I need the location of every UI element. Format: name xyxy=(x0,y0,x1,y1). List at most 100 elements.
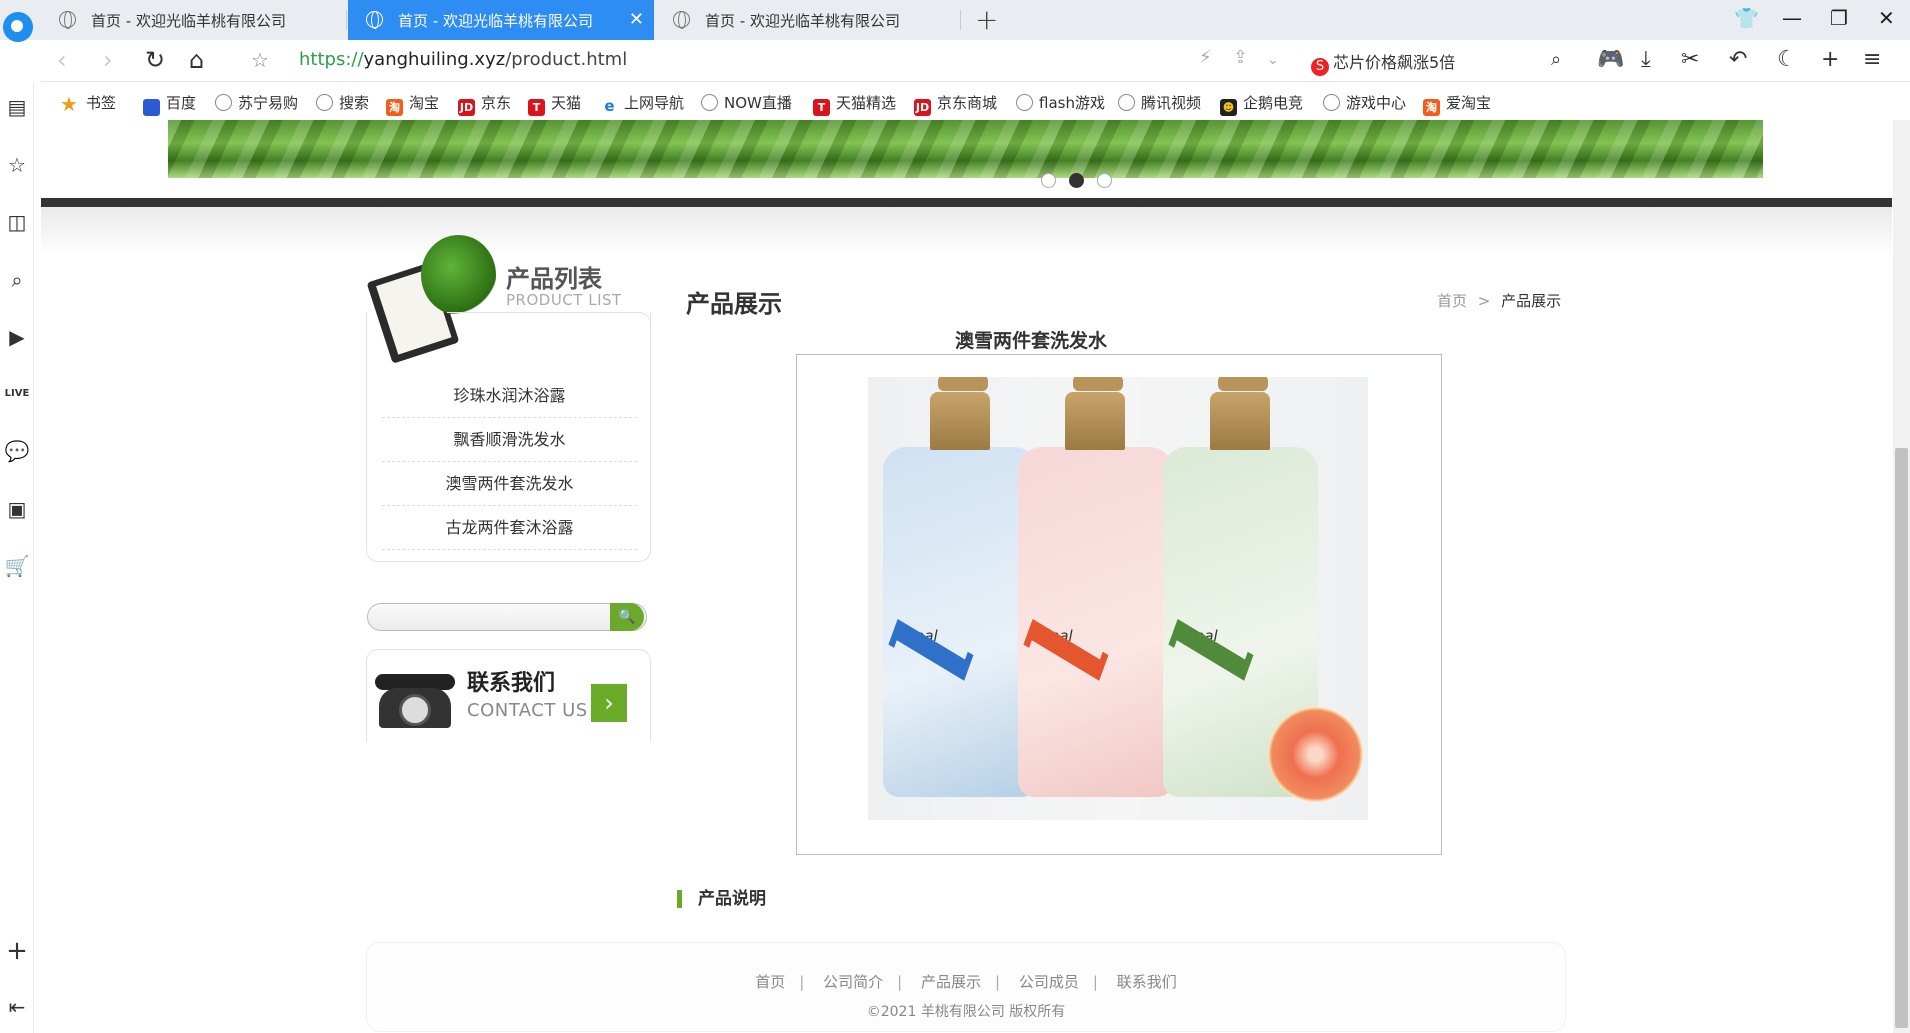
globe-icon xyxy=(59,11,76,29)
search-input[interactable] xyxy=(376,607,606,627)
chevron-down-icon[interactable]: ⌄ xyxy=(1267,52,1279,68)
restore-icon[interactable]: ❐ xyxy=(1830,6,1848,30)
product-list-item[interactable]: 珍珠水润沐浴露 xyxy=(382,374,637,418)
bookmark-item[interactable]: ★ 书签 xyxy=(58,92,116,114)
add-icon[interactable]: + xyxy=(4,938,30,964)
tmall-icon: T xyxy=(813,99,830,116)
scrollbar-thumb[interactable] xyxy=(1895,448,1908,1028)
refresh-icon[interactable]: ↻ xyxy=(145,46,165,74)
minimize-icon[interactable]: — xyxy=(1782,6,1802,30)
back-icon[interactable]: ‹ xyxy=(57,46,67,74)
shirt-icon[interactable]: 👕 xyxy=(1734,6,1759,30)
bookmark-label: 百度 xyxy=(166,94,197,112)
breadcrumb-home[interactable]: 首页 xyxy=(1437,292,1467,310)
footer-link-home[interactable]: 首页 xyxy=(755,973,785,991)
briefcase-icon[interactable]: ▣ xyxy=(4,496,30,522)
bookmark-label: 腾讯视频 xyxy=(1141,94,1202,112)
page-viewport: 产品列表 PRODUCT LIST 珍珠水润沐浴露 飘香顺滑洗发水 澳雪两件套洗… xyxy=(41,120,1892,1033)
tmall-icon: T xyxy=(528,99,545,116)
close-window-icon[interactable]: ✕ xyxy=(1878,6,1895,30)
contact-us-box[interactable]: 联系我们 CONTACT US › xyxy=(366,649,651,742)
night-mode-icon[interactable]: ☾ xyxy=(1777,47,1797,72)
undo-icon[interactable]: ↶ xyxy=(1729,47,1747,72)
bookmark-item[interactable]: 淘爱淘宝 xyxy=(1423,92,1491,116)
bookmark-item[interactable]: JD 京东商城 xyxy=(914,92,997,116)
video-icon[interactable]: ▶ xyxy=(4,324,30,350)
tab-2[interactable]: 首页 - 欢迎光临羊桃有限公司 ✕ xyxy=(348,0,654,40)
chevron-right-icon[interactable]: › xyxy=(591,684,627,722)
footer-separator: | xyxy=(799,973,805,991)
header-shadow xyxy=(41,207,1892,257)
copyright: ©2021 羊桃有限公司 版权所有 xyxy=(866,1004,1066,1020)
bottle-script-logo: l xyxy=(1001,609,1137,694)
live-icon[interactable]: LIVE xyxy=(4,381,30,407)
bookmark-item[interactable]: 搜索 xyxy=(316,92,369,113)
footer-link-about[interactable]: 公司简介 xyxy=(823,973,883,991)
sogou-icon[interactable]: S xyxy=(1311,58,1329,76)
product-list-item[interactable]: 飘香顺滑洗发水 xyxy=(382,418,637,462)
carousel-dot[interactable] xyxy=(1041,173,1056,188)
new-tab-icon[interactable]: + xyxy=(975,3,998,36)
site-search xyxy=(367,603,647,631)
product-list-subtitle: PRODUCT LIST xyxy=(506,291,622,309)
favorites-icon[interactable]: ☆ xyxy=(4,152,30,178)
add-icon[interactable]: + xyxy=(1821,47,1839,72)
bookmark-item[interactable]: flash游戏 xyxy=(1016,92,1105,113)
url-field[interactable]: https://yanghuiling.xyz/product.html xyxy=(299,49,627,70)
search-icon[interactable]: ⌕ xyxy=(4,267,30,293)
footer-link-products[interactable]: 产品展示 xyxy=(921,973,981,991)
leaves-icon xyxy=(421,235,496,315)
globe-icon xyxy=(701,94,718,111)
chat-icon[interactable]: 💬 xyxy=(4,438,30,464)
share-icon[interactable]: ⇪ xyxy=(1233,47,1248,68)
home-icon[interactable]: ⌂ xyxy=(189,46,204,74)
tab-1[interactable]: 首页 - 欢迎光临羊桃有限公司 xyxy=(41,0,347,40)
bookmark-item[interactable]: T 天猫 xyxy=(528,92,581,116)
footer-link-members[interactable]: 公司成员 xyxy=(1019,973,1079,991)
search-icon[interactable]: ⌕ xyxy=(1551,49,1561,70)
bottle-image: Opal l xyxy=(1001,377,1173,797)
bookmark-item[interactable]: 淘淘宝 xyxy=(386,92,439,116)
bookmark-item[interactable]: 腾讯视频 xyxy=(1118,92,1201,113)
bookmark-item[interactable]: 游戏中心 xyxy=(1323,92,1406,113)
bookmark-item[interactable]: 🐾 百度 xyxy=(143,92,196,116)
product-description-heading: 产品说明 xyxy=(677,890,766,908)
product-list-item[interactable]: 古龙两件套沐浴露 xyxy=(382,506,637,550)
footer: 首页 | 公司简介 | 产品展示 | 公司成员 | 联系我们 ©2021 羊桃有限公司 … xyxy=(366,942,1566,1032)
tab-title: 首页 - 欢迎光临羊桃有限公司 xyxy=(91,11,286,30)
bookmark-item[interactable]: NOW直播 xyxy=(701,92,792,113)
download-icon[interactable]: ⤓ xyxy=(1641,47,1651,72)
footer-nav: 首页 | 公司简介 | 产品展示 | 公司成员 | 联系我们 xyxy=(367,971,1565,992)
star-icon[interactable]: ☆ xyxy=(251,48,269,72)
bookmark-item[interactable]: T 天猫精选 xyxy=(813,92,896,116)
address-bar: ‹ › ↻ ⌂ ☆ https://yanghuiling.xyz/produc… xyxy=(41,40,1910,82)
cart-icon[interactable]: 🛒 xyxy=(4,553,30,579)
collapse-sidebar-icon[interactable]: ⇤ xyxy=(4,994,30,1020)
bookmark-label: 淘宝 xyxy=(409,94,440,112)
scissors-icon[interactable]: ✂ xyxy=(1681,47,1699,72)
pump-shape xyxy=(1218,377,1268,391)
footer-link-contact[interactable]: 联系我们 xyxy=(1117,973,1177,991)
menu-icon[interactable]: ≡ xyxy=(1863,47,1881,72)
url-path: /product.html xyxy=(505,49,628,70)
product-list-item[interactable]: 澳雪两件套洗发水 xyxy=(382,462,637,506)
bookmark-label: flash游戏 xyxy=(1039,94,1105,112)
carousel-dot[interactable] xyxy=(1097,173,1112,188)
gamepad-icon[interactable]: 🎮 xyxy=(1597,47,1624,72)
lightning-icon[interactable]: ⚡ xyxy=(1199,47,1212,68)
bookmark-item[interactable]: JD 京东 xyxy=(458,92,511,116)
search-icon: 🔍 xyxy=(618,609,636,625)
carousel-dot[interactable] xyxy=(1069,173,1084,188)
ie-icon: e xyxy=(601,98,618,115)
forward-icon[interactable]: › xyxy=(103,46,113,74)
close-tab-icon[interactable]: ✕ xyxy=(629,9,644,30)
tab-3[interactable]: 首页 - 欢迎光临羊桃有限公司 xyxy=(655,0,961,40)
bookmark-item[interactable]: ☻ 企鹅电竞 xyxy=(1220,92,1303,116)
book-icon[interactable]: ◫ xyxy=(4,209,30,235)
search-button[interactable]: 🔍 xyxy=(610,603,644,631)
browser-logo-icon[interactable] xyxy=(3,12,33,42)
bookmark-item[interactable]: e 上网导航 xyxy=(601,92,684,115)
news-icon[interactable]: ▤ xyxy=(4,94,30,120)
search-engine-box[interactable]: S 芯片价格飙涨5倍 xyxy=(1311,49,1455,76)
bookmark-item[interactable]: 苏宁易购 xyxy=(215,92,298,113)
